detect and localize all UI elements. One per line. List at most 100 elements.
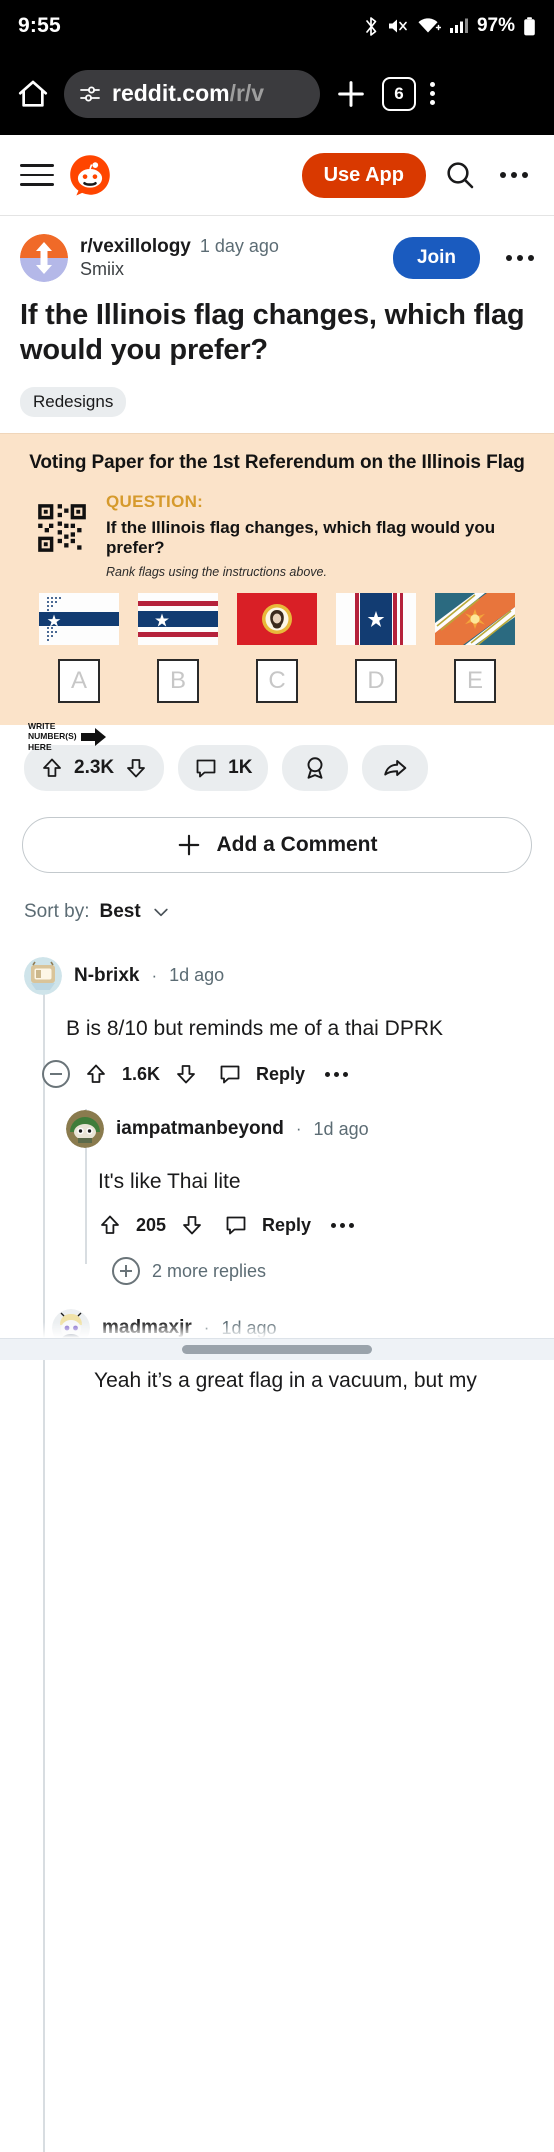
signal-icon <box>449 18 468 33</box>
add-comment-button[interactable]: Add a Comment <box>22 816 532 873</box>
post-author[interactable]: Smiix <box>80 259 279 280</box>
reddit-snoo-logo[interactable] <box>68 153 112 197</box>
ballot-box-a[interactable]: A <box>58 658 100 703</box>
user-avatar[interactable] <box>66 1110 104 1149</box>
upvote-arrow-icon[interactable] <box>98 1213 122 1237</box>
url-text: reddit.com/r/v <box>112 80 264 107</box>
upvote-arrow-icon[interactable] <box>84 1062 108 1086</box>
comment-reply-label[interactable]: Reply <box>262 1215 311 1236</box>
ballot-question-body: QUESTION: If the Illinois flag changes, … <box>106 490 540 579</box>
comment-separator: · <box>295 1119 302 1139</box>
award-button[interactable] <box>282 744 349 791</box>
sort-row: Sort by: Best <box>0 873 554 923</box>
sort-label: Sort by: <box>24 900 90 922</box>
write-line-3: HERE <box>28 742 52 752</box>
ballot-box-c[interactable]: C <box>256 658 298 703</box>
comment-vote-count: 205 <box>136 1214 167 1235</box>
browser-toolbar: reddit.com/r/v 6 <box>0 52 554 135</box>
share-arrow-icon <box>384 759 407 776</box>
comment-body: Yeah it’s a great flag in a vacuum, but … <box>94 1369 477 1393</box>
ballot-title: Voting Paper for the 1st Referendum on t… <box>29 451 525 473</box>
post-comment-count: 1K <box>228 756 253 778</box>
plus-icon[interactable] <box>334 77 368 111</box>
site-settings-icon[interactable] <box>78 83 102 105</box>
downvote-arrow-icon[interactable] <box>180 1213 204 1237</box>
join-button[interactable]: Join <box>392 237 480 279</box>
comment-bubble-icon[interactable] <box>224 1213 248 1237</box>
flag-design-c <box>237 592 317 645</box>
comment-bubble-icon[interactable] <box>218 1062 242 1086</box>
address-bar[interactable]: reddit.com/r/v <box>64 69 320 118</box>
award-rosette-icon <box>307 757 323 779</box>
write-numbers-instruction: WRITE NUMBER(S) HERE <box>28 721 107 753</box>
ballot-options-area: A B C D E WRITE NUMBER(S) HERE <box>14 592 540 752</box>
overflow-menu-icon[interactable] <box>494 155 534 195</box>
wifi-icon <box>418 18 441 33</box>
collapse-minus-icon[interactable] <box>42 1060 70 1089</box>
hamburger-menu-icon[interactable] <box>20 164 54 186</box>
flag-option-c[interactable]: C <box>237 592 317 703</box>
comment-age: 1d ago <box>313 1118 369 1139</box>
bottom-fade <box>0 1322 554 1338</box>
home-icon[interactable] <box>16 77 50 111</box>
write-line-2: NUMBER(S) <box>28 731 77 742</box>
comment-body: It's like Thai lite <box>98 1170 241 1194</box>
flag-option-b[interactable]: B <box>138 592 218 703</box>
post-image-voting-paper[interactable]: Voting Paper for the 1st Referendum on t… <box>0 432 554 752</box>
chevron-down-icon[interactable] <box>151 902 171 922</box>
browser-menu-icon[interactable] <box>430 82 435 105</box>
battery-percent-label: 97% <box>476 15 515 36</box>
comment-username[interactable]: iampatmanbeyond <box>116 1118 284 1140</box>
downvote-arrow-icon[interactable] <box>174 1062 198 1086</box>
comment-vote-count: 1.6K <box>122 1063 161 1084</box>
flag-design-b <box>138 592 218 645</box>
comment-actions: 1.6K Reply <box>42 1060 554 1089</box>
comment-body: B is 8/10 but reminds me of a thai DPRK <box>66 1016 444 1040</box>
tab-count-button[interactable]: 6 <box>382 76 416 111</box>
status-bar: 9:55 97% <box>0 0 554 52</box>
flag-options-row: A B C D E <box>14 592 540 703</box>
comment-item-2: iampatmanbeyond · 1d ago It's like Thai … <box>0 1110 554 1286</box>
comment-overflow-icon[interactable] <box>331 1222 355 1228</box>
url-path: /r/v <box>229 80 265 106</box>
subreddit-name[interactable]: r/vexillology <box>80 236 191 258</box>
comment-pill[interactable]: 1K <box>178 744 269 791</box>
flag-design-d <box>336 592 416 645</box>
url-host: reddit.com <box>112 80 230 106</box>
expand-plus-icon[interactable] <box>112 1257 140 1286</box>
post-meta: r/vexillology 1 day ago Smiix Join <box>20 234 534 282</box>
reddit-header: Use App <box>0 135 554 216</box>
flag-option-e[interactable]: E <box>435 592 515 703</box>
share-button[interactable] <box>362 744 429 791</box>
downvote-arrow-icon[interactable] <box>124 756 148 780</box>
comment-overflow-icon[interactable] <box>325 1071 349 1077</box>
ballot-question-label: QUESTION: <box>106 491 204 511</box>
comment-bubble-icon <box>196 759 216 778</box>
comment-header: N-brixk · 1d ago <box>24 956 554 995</box>
comment-username[interactable]: N-brixk <box>74 965 139 987</box>
sort-value[interactable]: Best <box>99 901 140 923</box>
battery-icon <box>524 16 535 35</box>
subreddit-avatar[interactable] <box>20 234 68 282</box>
use-app-button[interactable]: Use App <box>301 152 426 198</box>
gesture-handle[interactable] <box>182 1345 372 1354</box>
post-vote-count: 2.3K <box>74 756 115 778</box>
ballot-box-d[interactable]: D <box>355 658 397 703</box>
more-replies-button[interactable]: 2 more replies <box>112 1257 554 1286</box>
add-comment-label: Add a Comment <box>216 832 378 856</box>
flag-option-a[interactable]: A <box>39 592 119 703</box>
comment-reply-label[interactable]: Reply <box>256 1064 305 1085</box>
flag-option-d[interactable]: D <box>336 592 416 703</box>
post-title: If the Illinois flag changes, which flag… <box>20 299 525 367</box>
user-avatar[interactable] <box>24 956 62 995</box>
post-flair[interactable]: Redesigns <box>20 386 127 417</box>
post-overflow-icon[interactable] <box>506 255 534 261</box>
ballot-question-text: If the Illinois flag changes, which flag… <box>106 517 496 557</box>
search-icon[interactable] <box>440 155 480 195</box>
bluetooth-icon <box>366 16 377 36</box>
comment-separator: · <box>151 965 158 985</box>
ballot-box-e[interactable]: E <box>454 658 496 703</box>
upvote-arrow-icon[interactable] <box>40 756 64 780</box>
status-clock: 9:55 <box>18 14 61 37</box>
ballot-box-b[interactable]: B <box>157 658 199 703</box>
